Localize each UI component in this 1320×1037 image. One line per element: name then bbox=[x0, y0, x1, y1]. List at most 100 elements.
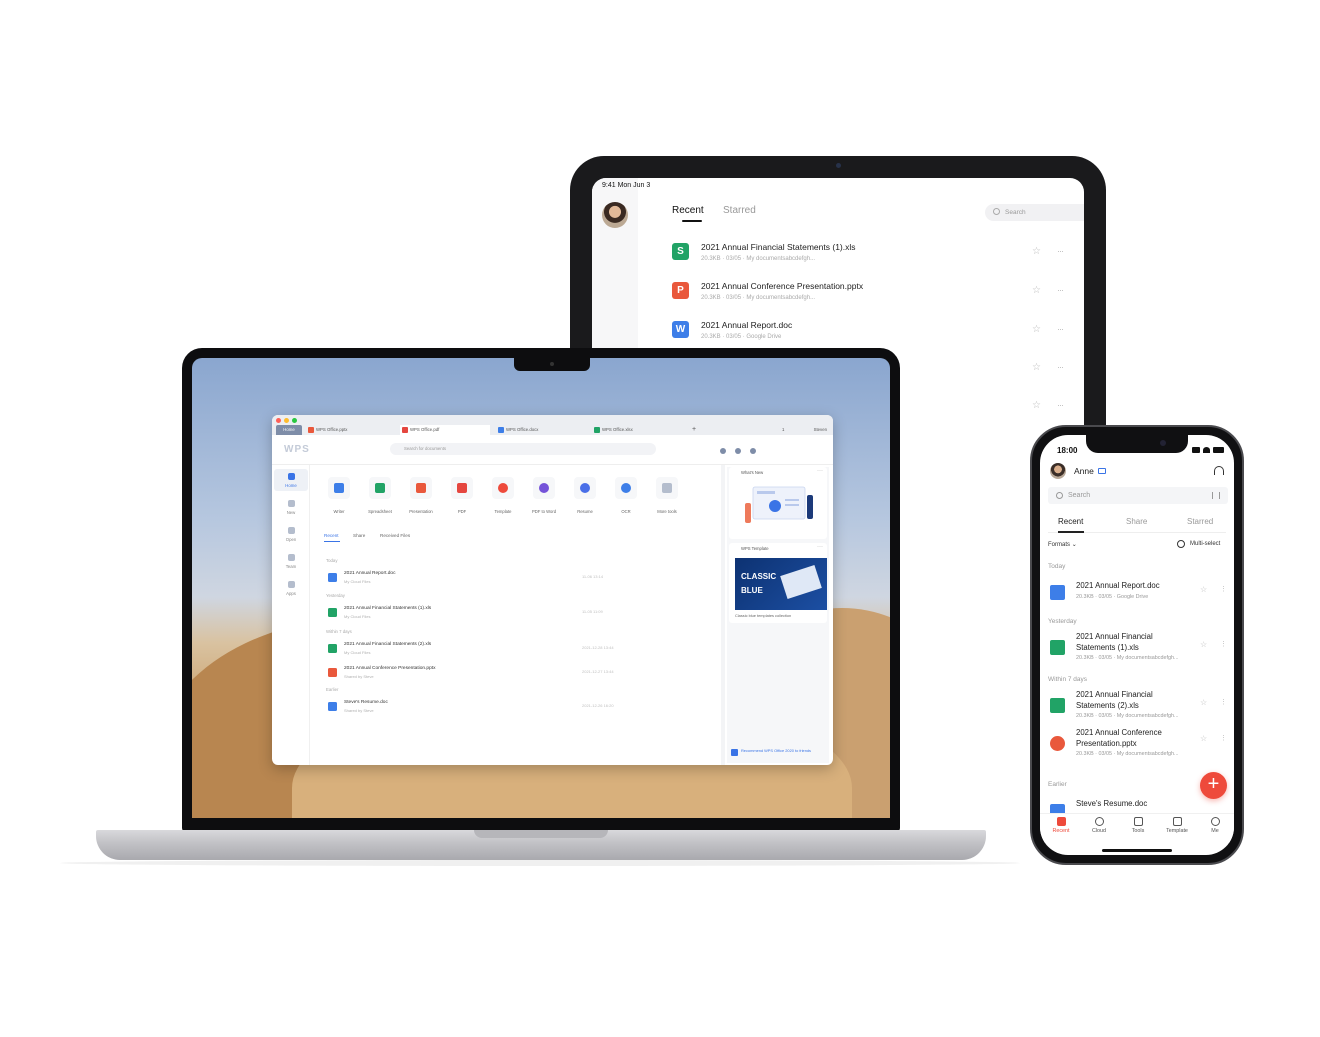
more-icon[interactable]: ··· bbox=[1057, 400, 1064, 410]
nav-cloud[interactable]: Cloud bbox=[1081, 817, 1117, 834]
tool-template[interactable]: Template bbox=[486, 477, 520, 514]
phone-tab-share[interactable]: Share bbox=[1126, 517, 1147, 526]
more-vertical-icon[interactable]: ⋮ bbox=[1220, 698, 1227, 706]
more-icon[interactable]: ··· bbox=[817, 468, 823, 474]
sidebar-item-new[interactable]: New bbox=[274, 496, 308, 518]
classic-blue-template-preview[interactable]: CLASSIC BLUE bbox=[735, 558, 827, 610]
desktop-file-row[interactable]: 2021 Annual Financial Statements (2).xls… bbox=[328, 642, 628, 658]
scan-icon[interactable] bbox=[1212, 492, 1220, 499]
tab-home[interactable]: Home bbox=[276, 425, 302, 435]
presentation-icon bbox=[1050, 736, 1065, 751]
phone-file-row[interactable]: 2021 Annual Financial Statements (1).xls… bbox=[1050, 632, 1227, 664]
document-search-input[interactable]: Search for documents bbox=[390, 443, 656, 455]
sidebar-item-open[interactable]: Open bbox=[274, 523, 308, 545]
tablet-tab-starred[interactable]: Starred bbox=[723, 205, 756, 216]
tool-writer[interactable]: Writer bbox=[322, 477, 356, 514]
account-name[interactable]: Steven bbox=[814, 425, 827, 435]
more-icon[interactable]: ··· bbox=[1057, 246, 1064, 256]
more-vertical-icon[interactable]: ⋮ bbox=[1220, 585, 1227, 593]
tab-document[interactable]: WPS Office.xlsx bbox=[592, 425, 682, 435]
star-icon[interactable]: ☆ bbox=[1032, 285, 1041, 296]
add-button[interactable]: + bbox=[1200, 772, 1227, 799]
tablet-tab-recent[interactable]: Recent bbox=[672, 205, 704, 216]
multi-select-button[interactable]: Multi-select bbox=[1177, 540, 1220, 548]
template-card[interactable]: WPS Template ··· CLASSIC BLUE Classic bl… bbox=[729, 543, 827, 623]
tablet-avatar[interactable] bbox=[602, 202, 628, 228]
subtab-received[interactable]: Received Files bbox=[380, 533, 410, 538]
star-icon[interactable]: ☆ bbox=[1032, 400, 1041, 411]
user-name[interactable]: Anne bbox=[1074, 466, 1094, 476]
tablet-file-row[interactable]: S 2021 Annual Financial Statements (1).x… bbox=[672, 242, 1084, 272]
subtab-share[interactable]: Share bbox=[353, 533, 365, 538]
recommend-link[interactable]: Recommend WPS Office 2020 to friends bbox=[731, 748, 821, 756]
desktop-file-row[interactable]: Steve's Resume.doc Shared by Steve 2021-… bbox=[328, 700, 628, 716]
tab-document[interactable]: WPS Office.pptx bbox=[306, 425, 394, 435]
sidebar-item-apps[interactable]: Apps bbox=[274, 577, 308, 599]
phone-file-row[interactable]: 2021 Annual Report.doc 20.3KB · 03/05 · … bbox=[1050, 581, 1227, 613]
phone-tab-recent[interactable]: Recent bbox=[1058, 517, 1083, 526]
sidebar-item-home[interactable]: Home bbox=[274, 469, 308, 491]
tab-document[interactable]: WPS Office.pdf bbox=[400, 425, 490, 435]
tool-pdf[interactable]: PDF bbox=[445, 477, 479, 514]
file-source: My Cloud Files bbox=[344, 614, 371, 619]
close-window-button[interactable] bbox=[276, 418, 281, 423]
tool-more[interactable]: More tools bbox=[650, 477, 684, 514]
spreadsheet-icon bbox=[375, 483, 385, 493]
new-tab-button[interactable]: + bbox=[682, 425, 696, 435]
phone-search-input[interactable]: Search bbox=[1048, 487, 1228, 504]
nav-me[interactable]: Me bbox=[1197, 817, 1233, 834]
tablet-file-row[interactable]: P 2021 Annual Conference Presentation.pp… bbox=[672, 281, 1084, 311]
phone-tab-starred[interactable]: Starred bbox=[1187, 517, 1213, 526]
tablet-file-meta: 20.3KB · 03/05 · My documentsabcdefgh... bbox=[701, 295, 816, 301]
headset-icon[interactable] bbox=[1214, 466, 1224, 475]
star-icon[interactable]: ☆ bbox=[1200, 698, 1207, 707]
tablet-file-meta: 20.3KB · 03/05 · My documentsabcdefgh... bbox=[701, 256, 816, 262]
tool-pdf-to-word[interactable]: PDF to Word bbox=[527, 477, 561, 514]
star-icon[interactable]: ☆ bbox=[1032, 246, 1041, 257]
star-icon[interactable]: ☆ bbox=[1200, 640, 1207, 649]
more-icon[interactable]: ··· bbox=[1057, 362, 1064, 372]
tool-resume[interactable]: Resume bbox=[568, 477, 602, 514]
more-icon[interactable]: ··· bbox=[817, 544, 823, 550]
tablet-file-row[interactable]: W 2021 Annual Report.doc 20.3KB · 03/05 … bbox=[672, 320, 1084, 350]
tool-ocr[interactable]: OCR bbox=[609, 477, 643, 514]
desktop-file-row[interactable]: 2021 Annual Financial Statements (1).xls… bbox=[328, 606, 628, 622]
file-name: 2021 Annual Report.doc bbox=[344, 571, 396, 576]
more-vertical-icon[interactable]: ⋮ bbox=[1220, 734, 1227, 742]
right-panel: What's New ··· WPS Template ··· CLASSIC … bbox=[727, 467, 829, 763]
phone-file-row[interactable]: 2021 Annual Conference Presentation.pptx… bbox=[1050, 728, 1227, 760]
star-icon[interactable]: ☆ bbox=[1032, 324, 1041, 335]
desktop-file-row[interactable]: 2021 Annual Conference Presentation.pptx… bbox=[328, 666, 628, 682]
tool-presentation[interactable]: Presentation bbox=[404, 477, 438, 514]
more-icon[interactable]: ··· bbox=[1057, 285, 1064, 295]
zoom-window-button[interactable] bbox=[292, 418, 297, 423]
star-icon[interactable]: ☆ bbox=[1032, 362, 1041, 373]
phone-file-row[interactable]: 2021 Annual Financial Statements (2).xls… bbox=[1050, 690, 1227, 722]
tab-count-badge[interactable]: 1 bbox=[780, 425, 784, 435]
tablet-search-input[interactable]: Search bbox=[985, 204, 1084, 221]
tool-spreadsheet[interactable]: Spreadsheet bbox=[363, 477, 397, 514]
tablet-file-meta: 20.3KB · 03/05 · Google Drive bbox=[701, 334, 782, 340]
gear-icon[interactable] bbox=[735, 448, 741, 454]
minimize-window-button[interactable] bbox=[284, 418, 289, 423]
tab-document[interactable]: WPS Office.docx bbox=[496, 425, 586, 435]
subtab-recent[interactable]: Recent bbox=[324, 533, 339, 538]
nav-label: Me bbox=[1211, 828, 1219, 834]
whats-new-card[interactable]: What's New ··· bbox=[729, 467, 827, 539]
star-icon[interactable]: ☆ bbox=[1200, 585, 1207, 594]
formats-dropdown[interactable]: Formats ⌄ bbox=[1048, 541, 1077, 548]
more-icon[interactable]: ··· bbox=[1057, 324, 1064, 334]
home-icon bbox=[288, 473, 295, 480]
skin-icon[interactable] bbox=[750, 448, 756, 454]
desktop-file-row[interactable]: 2021 Annual Report.doc My Cloud Files 11… bbox=[328, 571, 628, 587]
sidebar-item-team[interactable]: Team bbox=[274, 550, 308, 572]
group-label-within-7-days: Within 7 days bbox=[326, 629, 352, 634]
nav-recent[interactable]: Recent bbox=[1043, 817, 1079, 834]
avatar[interactable] bbox=[1050, 463, 1066, 479]
more-vertical-icon[interactable]: ⋮ bbox=[1220, 640, 1227, 648]
nav-template[interactable]: Template bbox=[1159, 817, 1195, 834]
nav-tools[interactable]: Tools bbox=[1120, 817, 1156, 834]
tablet-camera bbox=[836, 163, 841, 168]
chat-icon[interactable] bbox=[720, 448, 726, 454]
star-icon[interactable]: ☆ bbox=[1200, 734, 1207, 743]
